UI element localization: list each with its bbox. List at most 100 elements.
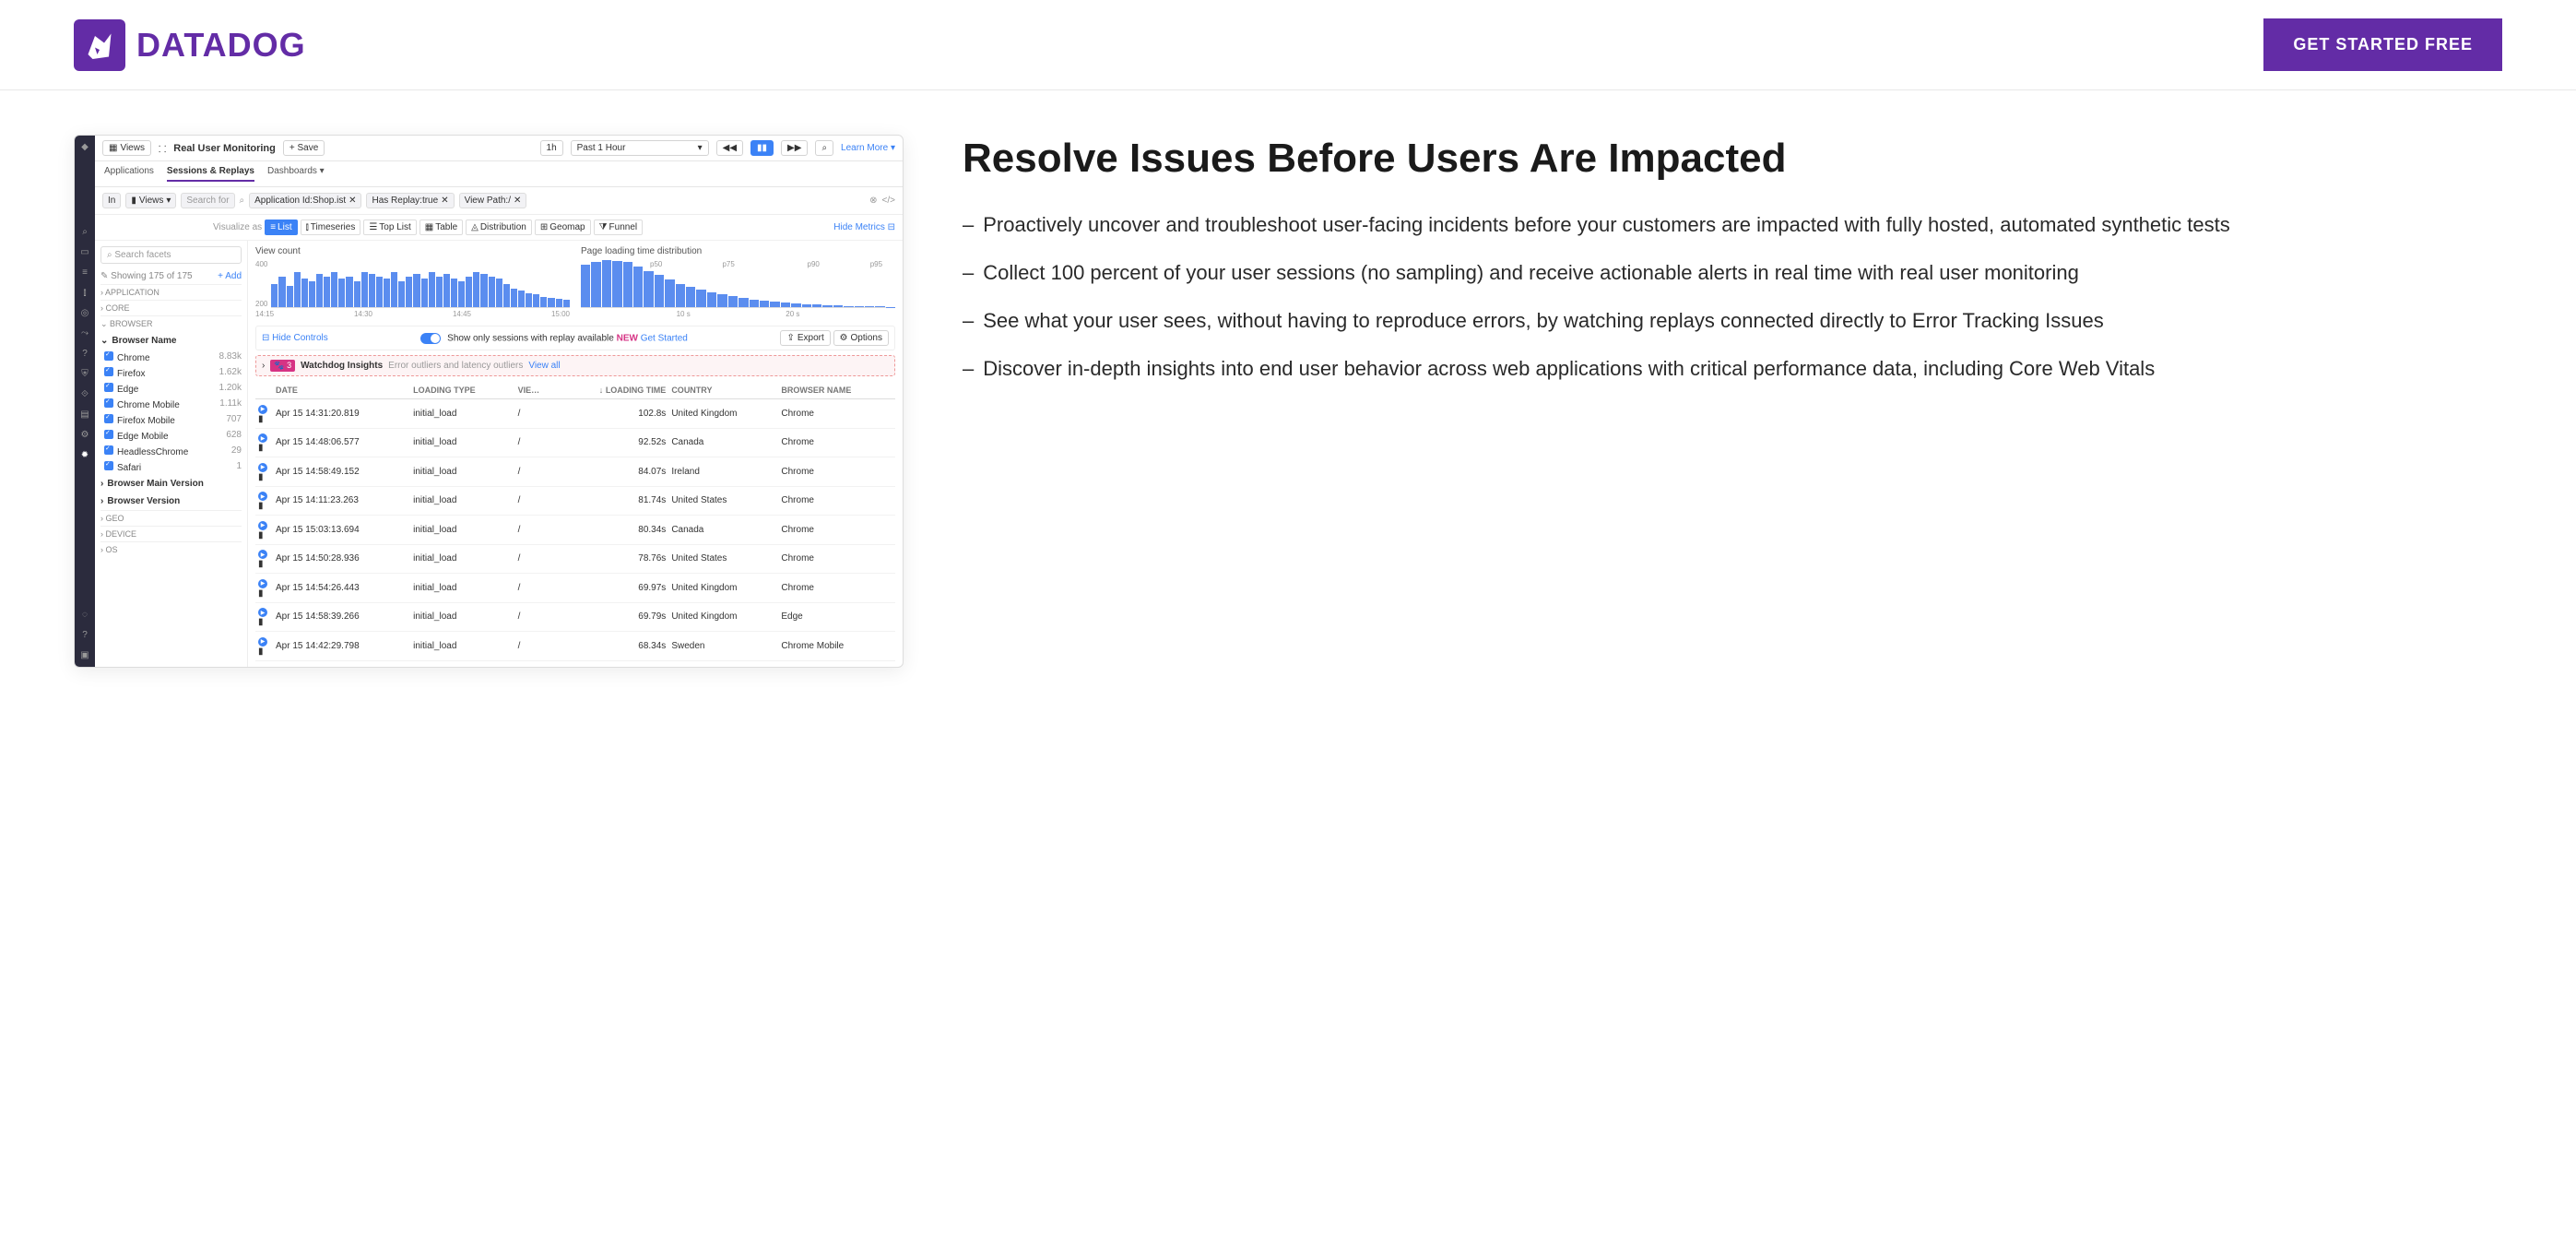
in-label: In: [102, 193, 121, 208]
table-row[interactable]: ▶▮Apr 15 14:31:20.819initial_load/102.8s…: [255, 399, 895, 429]
section-heading: Resolve Issues Before Users Are Impacted: [963, 135, 2502, 184]
timerange-select[interactable]: Past 1 Hour ▾: [571, 140, 709, 156]
nav-target-icon[interactable]: ◎: [79, 307, 90, 318]
nav-search-icon[interactable]: ⌕: [79, 226, 90, 237]
table-row[interactable]: ▶▮Apr 15 14:48:06.577initial_load/92.52s…: [255, 428, 895, 457]
nav-bug-icon[interactable]: ✹: [79, 449, 90, 460]
nav-security-icon[interactable]: ⛨: [79, 368, 90, 379]
export-button[interactable]: ⇪ Export: [780, 330, 830, 346]
replay-only-toggle[interactable]: [420, 333, 441, 344]
app-leftnav: ◆ ⌕ ▭ ≡ ⫾ ◎ ⤳ ? ⛨ ⟐ ▤ ⚙ ✹ ◌ ? ▣: [75, 136, 95, 667]
viz-timeseries[interactable]: ⫾ Timeseries: [301, 220, 361, 235]
table-row[interactable]: ▶▮Apr 15 14:54:26.443initial_load/69.97s…: [255, 574, 895, 603]
facet-group-browser[interactable]: ⌄ BROWSER: [100, 315, 242, 332]
filter-has-replay[interactable]: Has Replay:true ✕: [366, 193, 454, 208]
facet-browser-item[interactable]: Chrome Mobile1.11k: [100, 397, 242, 412]
facet-browser-item[interactable]: Firefox Mobile707: [100, 412, 242, 428]
code-toggle-icon[interactable]: </>: [882, 196, 895, 206]
watchdog-viewall[interactable]: View all: [528, 361, 560, 371]
facet-group-geo[interactable]: › GEO: [100, 510, 242, 526]
tab-dashboards[interactable]: Dashboards ▾: [267, 166, 325, 182]
facet-browser-item[interactable]: Safari1: [100, 459, 242, 475]
bullet-item: See what your user sees, without having …: [963, 305, 2502, 337]
nav-dashboard-icon[interactable]: ▭: [79, 246, 90, 257]
viz-geomap[interactable]: ⊞ Geomap: [535, 220, 591, 235]
hide-controls-link[interactable]: ⊟ Hide Controls: [262, 333, 328, 343]
logo[interactable]: DATADOG: [74, 19, 306, 71]
brand-name: DATADOG: [136, 26, 306, 65]
facet-browser-item[interactable]: Edge Mobile628: [100, 428, 242, 444]
facet-search-input[interactable]: ⌕ Search facets: [100, 246, 242, 264]
facet-browser-version[interactable]: › Browser Version: [100, 493, 242, 510]
nav-settings-icon[interactable]: ▣: [79, 650, 90, 661]
facet-browser-item[interactable]: Edge1.20k: [100, 381, 242, 397]
table-row[interactable]: ▶▮Apr 15 14:42:29.798initial_load/68.34s…: [255, 632, 895, 661]
table-row[interactable]: ▶▮Apr 15 15:03:13.694initial_load/80.34s…: [255, 516, 895, 545]
save-button[interactable]: + Save: [283, 140, 325, 156]
nav-synthetics-icon[interactable]: ⚙: [79, 429, 90, 440]
page-header: DATADOG GET STARTED FREE: [0, 0, 2576, 90]
viz-table[interactable]: ▦ Table: [419, 220, 463, 235]
facet-group-device[interactable]: › DEVICE: [100, 526, 242, 541]
search-icon: ⌕: [240, 196, 245, 206]
facet-browser-item[interactable]: Firefox1.62k: [100, 365, 242, 381]
timerange-short[interactable]: 1h: [540, 140, 563, 156]
clear-query-icon[interactable]: ⊗: [869, 196, 877, 206]
viz-distribution[interactable]: ◬ Distribution: [466, 220, 532, 235]
facet-browser-name[interactable]: ⌄ Browser Name: [100, 332, 242, 350]
tab-applications[interactable]: Applications: [104, 166, 154, 182]
nav-chat-icon[interactable]: ◌: [79, 610, 90, 621]
facet-group-os[interactable]: › OS: [100, 541, 242, 557]
viz-list[interactable]: ≡ List: [265, 220, 297, 235]
viz-funnel[interactable]: ⧩ Funnel: [594, 220, 644, 235]
tab-sessions-replays[interactable]: Sessions & Replays: [167, 166, 254, 182]
view-count-chart: View count 400200 14:15 14:30 14:45 15:0: [255, 246, 570, 318]
bullet-item: Collect 100 percent of your user session…: [963, 257, 2502, 289]
table-row[interactable]: ▶▮Apr 15 14:11:23.263initial_load/81.74s…: [255, 486, 895, 516]
get-started-link[interactable]: Get Started: [641, 333, 688, 343]
bullet-item: Proactively uncover and troubleshoot use…: [963, 209, 2502, 241]
prev-button[interactable]: ◀◀: [716, 140, 743, 156]
filter-view-path[interactable]: View Path:/ ✕: [459, 193, 527, 208]
nav-metrics-icon[interactable]: ⫾: [79, 287, 90, 298]
options-button[interactable]: ⚙ Options: [833, 330, 889, 346]
nav-trace-icon[interactable]: ⤳: [79, 327, 90, 338]
facet-add-button[interactable]: + Add: [218, 271, 242, 281]
views-button[interactable]: ▦ Views: [102, 140, 151, 156]
zoom-button[interactable]: ⌕: [815, 140, 833, 156]
watchdog-badge: 🐾 3: [270, 360, 295, 372]
nav-db-icon[interactable]: ▤: [79, 409, 90, 420]
facet-browser-main-version[interactable]: › Browser Main Version: [100, 475, 242, 493]
nav-help-icon[interactable]: ?: [79, 348, 90, 359]
facet-group-application[interactable]: › APPLICATION: [100, 284, 242, 300]
sessions-table: DATE LOADING TYPE VIE… ↓ LOADING TIME CO…: [255, 382, 895, 661]
search-label: Search for: [181, 193, 234, 208]
facet-showing: Showing 175 of 175: [111, 271, 192, 281]
nav-help2-icon[interactable]: ?: [79, 630, 90, 641]
facet-browser-item[interactable]: HeadlessChrome29: [100, 444, 242, 459]
learn-more-link[interactable]: Learn More ▾: [841, 143, 895, 153]
pause-button[interactable]: ▮▮: [750, 140, 774, 156]
scope-select[interactable]: ▮ Views ▾: [125, 193, 176, 208]
datadog-logo-icon: [74, 19, 125, 71]
table-row[interactable]: ▶▮Apr 15 14:58:49.152initial_load/84.07s…: [255, 457, 895, 487]
get-started-button[interactable]: GET STARTED FREE: [2263, 18, 2502, 71]
page-title: Real User Monitoring: [173, 143, 276, 154]
nav-logo-icon[interactable]: ◆: [79, 141, 90, 152]
bullet-item: Discover in-depth insights into end user…: [963, 353, 2502, 385]
hide-metrics-link[interactable]: Hide Metrics ⊟: [833, 222, 895, 232]
next-button[interactable]: ▶▶: [781, 140, 808, 156]
product-screenshot: ◆ ⌕ ▭ ≡ ⫾ ◎ ⤳ ? ⛨ ⟐ ▤ ⚙ ✹ ◌ ? ▣: [74, 135, 904, 668]
nav-list-icon[interactable]: ≡: [79, 267, 90, 278]
facet-group-core[interactable]: › CORE: [100, 300, 242, 315]
table-row[interactable]: ▶▮Apr 15 14:58:39.266initial_load/69.79s…: [255, 602, 895, 632]
watchdog-insights-bar[interactable]: › 🐾 3 Watchdog Insights Error outliers a…: [255, 355, 895, 376]
viz-toplist[interactable]: ☰ Top List: [363, 220, 416, 235]
table-row[interactable]: ▶▮Apr 15 14:50:28.936initial_load/78.76s…: [255, 544, 895, 574]
facet-browser-item[interactable]: Chrome8.83k: [100, 350, 242, 365]
loading-time-dist-chart: Page loading time distribution p50 p75 p…: [581, 246, 895, 318]
visualize-as-label: Visualize as: [213, 222, 262, 232]
facets-panel: ⌕ Search facets ✎ Showing 175 of 175 + A…: [95, 241, 248, 667]
nav-link-icon[interactable]: ⟐: [79, 388, 90, 399]
filter-application[interactable]: Application Id:Shop.ist ✕: [249, 193, 361, 208]
